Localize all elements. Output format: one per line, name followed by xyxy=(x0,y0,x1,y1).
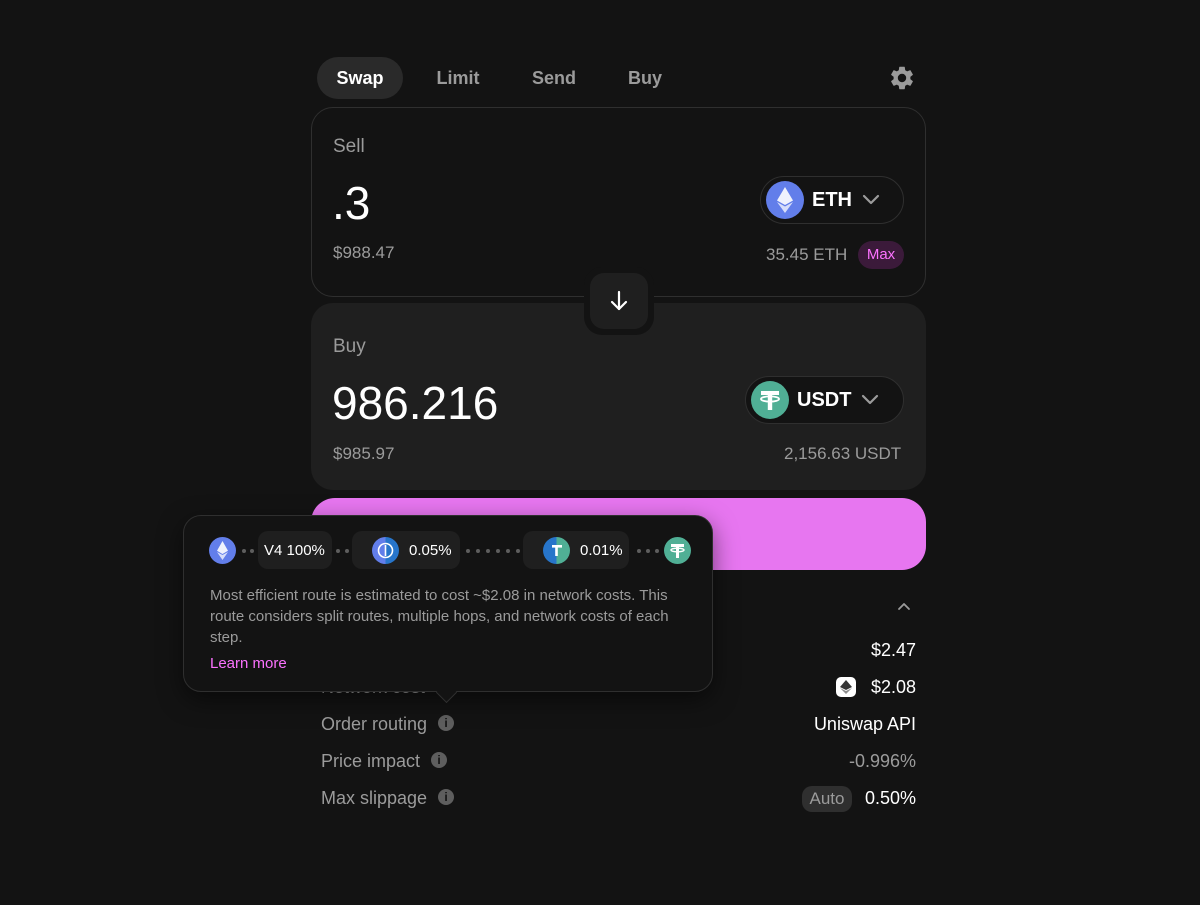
route-chip-label: 0.05% xyxy=(409,541,452,559)
sell-amount-input[interactable]: .3 xyxy=(332,176,370,230)
max-slippage-value: 0.50% xyxy=(864,788,916,808)
route-chip-label: 0.01% xyxy=(580,541,623,559)
tab-limit[interactable]: Limit xyxy=(422,57,494,99)
buy-balance: 2,156.63 USDT xyxy=(784,444,902,463)
route-dot xyxy=(516,549,520,553)
route-dot xyxy=(466,549,470,553)
network-cost-value: $2.08 xyxy=(870,677,916,697)
sell-usd-value: $988.47 xyxy=(333,243,395,262)
route-dot xyxy=(637,549,641,553)
buy-token-symbol: USDT xyxy=(797,388,852,411)
route-chip-label: V4 100% xyxy=(264,541,325,559)
learn-more-link[interactable]: Learn more xyxy=(210,655,287,672)
order-routing-row: Order routing i xyxy=(321,714,455,735)
chevron-up-icon[interactable] xyxy=(896,600,912,612)
sell-token-symbol: ETH xyxy=(812,188,852,211)
route-dot xyxy=(476,549,480,553)
buy-usd-value: $985.97 xyxy=(333,444,395,463)
sell-token-selector[interactable]: ETH xyxy=(760,176,904,224)
usdt-icon xyxy=(664,537,691,564)
eth-network-icon xyxy=(840,680,852,694)
price-impact-row: Price impact i xyxy=(321,751,448,772)
network-badge xyxy=(836,677,856,697)
switch-tokens-button[interactable] xyxy=(590,273,648,329)
buy-amount-input[interactable]: 986.216 xyxy=(332,376,498,430)
info-icon[interactable]: i xyxy=(431,752,448,769)
info-icon[interactable]: i xyxy=(438,789,455,806)
sell-label: Sell xyxy=(333,136,365,157)
chevron-down-icon xyxy=(862,194,880,205)
route-dot xyxy=(242,549,246,553)
pair-eth-usdc-icon xyxy=(372,536,399,564)
chevron-down-icon xyxy=(862,394,879,405)
route-chip-hop-1: 0.05% xyxy=(352,531,460,569)
switch-tokens-wrapper xyxy=(584,267,654,335)
order-routing-value[interactable]: Uniswap API xyxy=(814,714,916,735)
buy-label: Buy xyxy=(333,336,366,357)
route-chip-hop-2: 0.01% xyxy=(523,531,629,569)
price-impact-label: Price impact xyxy=(321,751,421,771)
route-dot xyxy=(506,549,510,553)
info-icon[interactable]: i xyxy=(438,715,455,732)
tab-buy[interactable]: Buy xyxy=(614,57,676,99)
price-impact-value: -0.996% xyxy=(848,751,916,771)
route-dot xyxy=(646,549,650,553)
eth-icon xyxy=(209,537,236,564)
route-dot xyxy=(486,549,490,553)
pair-usdc-usdt-icon xyxy=(543,536,570,564)
buy-token-selector[interactable]: USDT xyxy=(745,376,904,424)
route-dot xyxy=(250,549,254,553)
slippage-auto-badge[interactable]: Auto xyxy=(802,786,852,812)
usdt-icon xyxy=(751,381,789,419)
max-slippage-label: Max slippage xyxy=(321,788,428,808)
route-dot xyxy=(655,549,659,553)
max-slippage-row: Max slippage i xyxy=(321,788,455,809)
route-dot xyxy=(345,549,349,553)
route-dot xyxy=(336,549,340,553)
route-chip-v4: V4 100% xyxy=(258,531,332,569)
max-button[interactable]: Max xyxy=(858,241,904,269)
route-description: Most efficient route is estimated to cos… xyxy=(210,587,669,646)
eth-icon xyxy=(766,181,804,219)
settings-gear-icon[interactable] xyxy=(888,64,916,92)
tab-send[interactable]: Send xyxy=(516,57,592,99)
order-routing-label: Order routing xyxy=(321,714,428,734)
arrow-down-icon xyxy=(610,290,628,311)
sell-balance: 35.45 ETH xyxy=(766,245,848,264)
fee-value: $2.47 xyxy=(870,640,916,660)
tab-swap[interactable]: Swap xyxy=(317,57,403,99)
route-dot xyxy=(496,549,500,553)
